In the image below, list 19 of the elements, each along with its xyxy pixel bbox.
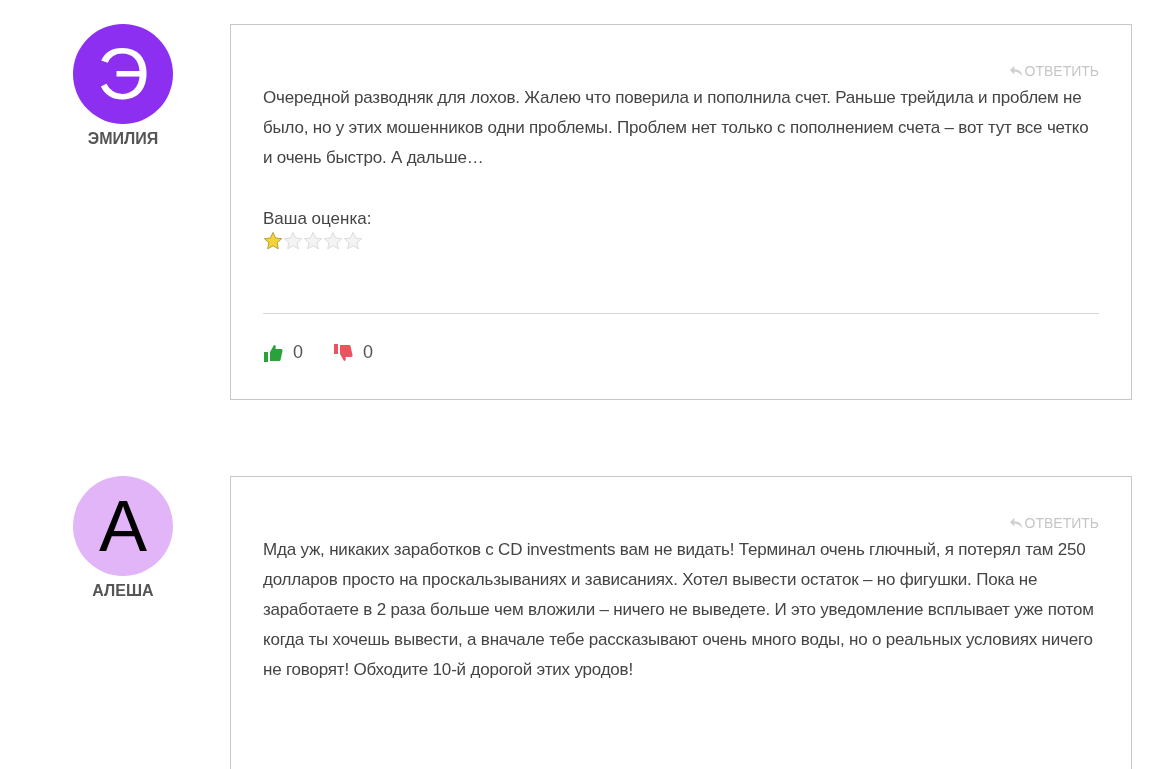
rating-label: Ваша оценка: xyxy=(263,209,373,229)
star-icon xyxy=(263,231,283,251)
reply-icon xyxy=(1008,517,1023,529)
author-name: ЭМИЛИЯ xyxy=(87,130,159,148)
author-name: АЛЕША xyxy=(92,582,154,600)
star-icon xyxy=(283,231,303,251)
thumbs-up-icon xyxy=(263,342,283,363)
star-icon xyxy=(343,231,363,251)
avatar: Э xyxy=(73,24,173,124)
avatar: А xyxy=(73,476,173,576)
star-rating[interactable] xyxy=(263,231,363,251)
comment-text: Мда уж, никаких заработков с CD investments вам не видать! Терминал очень глючный, я потерял там 250 долларов просто на проскальзываниях и зависаниях. Хотел вывести остаток – но фигушки. Пока не заработаете в 2 раза больше чем вложили – ничего не выведете. И это уведомление всплывает уже потом когда ты хочешь вывести, а вначале тебе рассказывают очень много воды, но о реальных условиях ничего не говорят! Обходите 10-й дорогой этих уродов! xyxy=(263,539,1095,681)
thumbs-down-icon xyxy=(333,342,353,363)
comment-text: Очередной разводняк для лохов. Жалею что поверила и пополнила счет. Раньше трейдила и проблем не было, но у этих мошенников одни проблемы. Проблем нет только с пополнением счета – вот тут все четко и очень быстро. А дальше… xyxy=(263,87,1090,169)
dislike-button[interactable]: 0 xyxy=(333,342,374,363)
like-button[interactable]: 0 xyxy=(263,342,303,363)
reply-icon xyxy=(1008,65,1023,77)
star-icon xyxy=(303,231,323,251)
star-icon xyxy=(323,231,343,251)
